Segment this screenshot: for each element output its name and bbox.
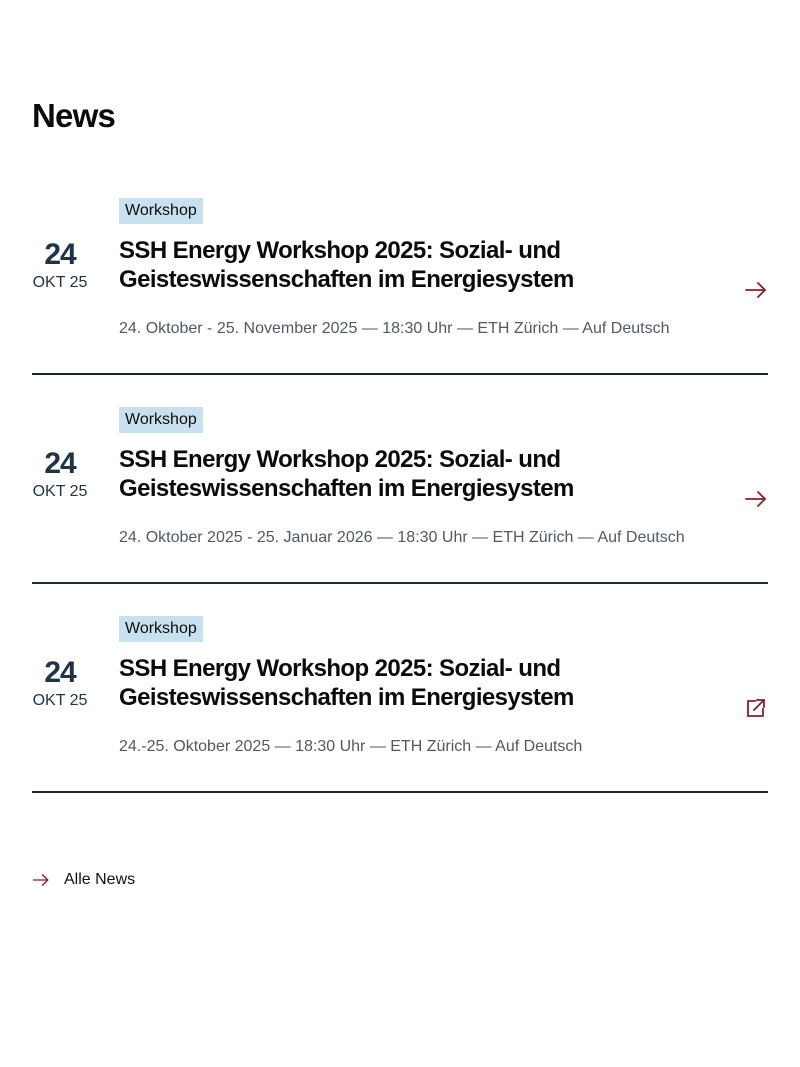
- category-badge: Workshop: [119, 407, 203, 433]
- news-title-line: Geisteswissenschaften im Energiesystem: [119, 475, 574, 502]
- news-title-line: SSH Energy Workshop 2025: Sozial- und: [119, 446, 561, 473]
- date-block: 24 OKT 25: [32, 657, 88, 711]
- category-badge: Workshop: [119, 616, 203, 642]
- external-link-icon[interactable]: [744, 696, 768, 720]
- all-news-link[interactable]: Alle News: [32, 870, 135, 890]
- date-block: 24 OKT 25: [32, 239, 88, 293]
- news-list: 24 OKT 25 Workshop SSH Energy Workshop 2…: [32, 198, 768, 825]
- date-block: 24 OKT 25: [32, 448, 88, 502]
- news-content: Workshop SSH Energy Workshop 2025: Sozia…: [119, 407, 699, 548]
- page-title: News: [32, 97, 116, 134]
- news-title[interactable]: SSH Energy Workshop 2025: Sozial- und Ge…: [119, 236, 699, 294]
- news-item[interactable]: 24 OKT 25 Workshop SSH Energy Workshop 2…: [32, 616, 768, 793]
- date-day: 24: [44, 447, 76, 480]
- news-item[interactable]: 24 OKT 25 Workshop SSH Energy Workshop 2…: [32, 198, 768, 375]
- date-month: OKT 25: [32, 692, 88, 709]
- news-item[interactable]: 24 OKT 25 Workshop SSH Energy Workshop 2…: [32, 407, 768, 584]
- news-title-line: SSH Energy Workshop 2025: Sozial- und: [119, 655, 561, 682]
- category-badge: Workshop: [119, 198, 203, 224]
- news-title-line: Geisteswissenschaften im Energiesystem: [119, 684, 574, 711]
- news-content: Workshop SSH Energy Workshop 2025: Sozia…: [119, 616, 699, 757]
- date-day: 24: [44, 656, 76, 689]
- date-day: 24: [44, 238, 76, 271]
- news-meta: 24. Oktober - 25. November 2025 — 18:30 …: [119, 320, 670, 337]
- arrow-right-icon: [32, 871, 50, 889]
- news-title-line: Geisteswissenschaften im Energiesystem: [119, 266, 574, 293]
- news-meta: 24.-25. Oktober 2025 — 18:30 Uhr — ETH Z…: [119, 738, 583, 755]
- date-month: OKT 25: [32, 274, 88, 291]
- arrow-right-icon[interactable]: [744, 278, 768, 302]
- arrow-right-icon[interactable]: [744, 487, 768, 511]
- news-meta: 24. Oktober 2025 - 25. Januar 2026 — 18:…: [119, 529, 685, 546]
- news-title[interactable]: SSH Energy Workshop 2025: Sozial- und Ge…: [119, 654, 699, 712]
- news-content: Workshop SSH Energy Workshop 2025: Sozia…: [119, 198, 699, 339]
- all-news-label: Alle News: [64, 871, 136, 888]
- news-title-line: SSH Energy Workshop 2025: Sozial- und: [119, 237, 561, 264]
- news-title[interactable]: SSH Energy Workshop 2025: Sozial- und Ge…: [119, 445, 699, 503]
- date-month: OKT 25: [32, 483, 88, 500]
